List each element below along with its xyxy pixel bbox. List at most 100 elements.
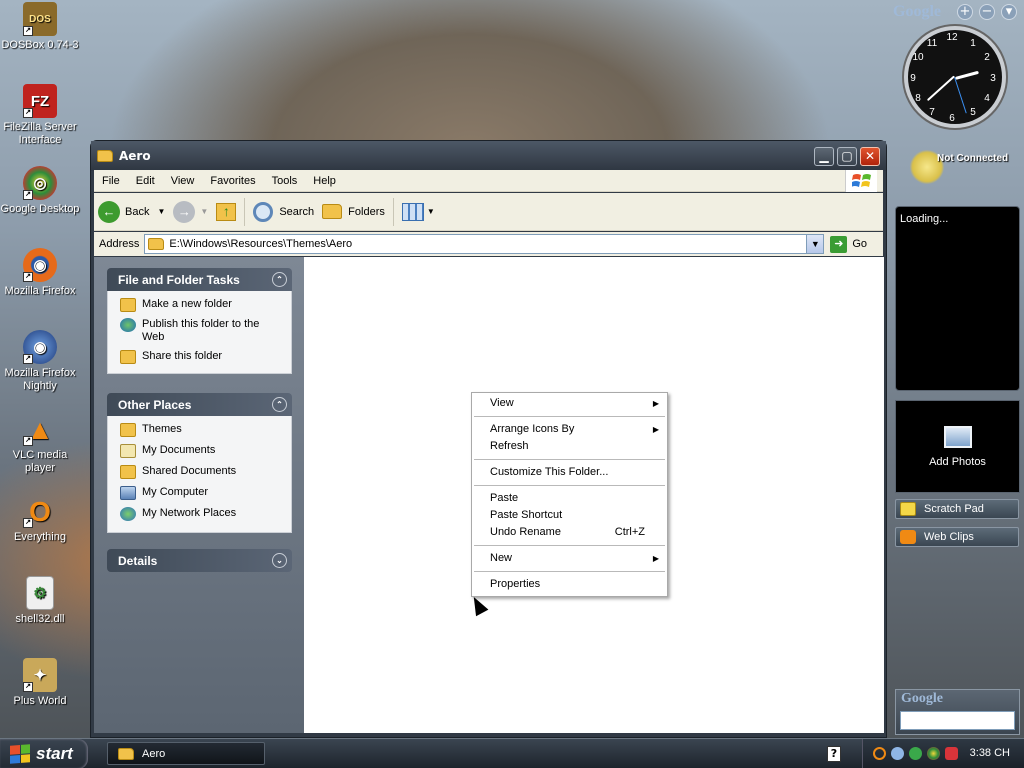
photo-icon bbox=[943, 426, 972, 448]
taskbar: start Aero ? 3:38 CH bbox=[0, 738, 1024, 768]
title-bar[interactable]: Aero ▁ ▢ ✕ bbox=[91, 141, 886, 171]
task-share-folder[interactable]: Share this folder bbox=[120, 350, 291, 364]
toolbar-separator bbox=[244, 197, 246, 226]
context-item-undo-rename[interactable]: Undo Rename Ctrl+Z bbox=[472, 524, 667, 541]
other-places-header[interactable]: Other Places ⌃ bbox=[107, 393, 292, 416]
google-search-input[interactable] bbox=[900, 711, 1015, 730]
back-button[interactable]: ← Back ▼ bbox=[94, 197, 169, 227]
task-publish-to-web[interactable]: Publish this folder to the Web bbox=[120, 318, 291, 344]
taskbar-clock[interactable]: 3:38 CH bbox=[970, 747, 1010, 759]
address-input[interactable]: E:\Windows\Resources\Themes\Aero ▼ bbox=[144, 234, 825, 254]
menu-tools[interactable]: Tools bbox=[264, 175, 306, 187]
web-clips-gadget[interactable]: Web Clips bbox=[895, 527, 1019, 547]
other-places-panel: Other Places ⌃ Themes My Documents Share… bbox=[107, 393, 292, 533]
desktop-icon-everything[interactable]: O ↗ Everything bbox=[0, 494, 80, 544]
menu-favorites[interactable]: Favorites bbox=[202, 175, 263, 187]
up-button[interactable]: ↑ bbox=[212, 197, 240, 227]
details-panel: Details ⌄ bbox=[107, 549, 292, 572]
address-dropdown-icon[interactable]: ▼ bbox=[806, 235, 824, 253]
context-item-paste[interactable]: Paste bbox=[472, 490, 667, 507]
photos-gadget[interactable]: Add Photos bbox=[895, 400, 1020, 493]
context-item-refresh[interactable]: Refresh bbox=[472, 438, 667, 455]
desktop-icon-filezilla[interactable]: FZ ↗ FileZilla Server Interface bbox=[0, 84, 80, 147]
maximize-button[interactable]: ▢ bbox=[837, 147, 857, 166]
details-header[interactable]: Details ⌄ bbox=[107, 549, 292, 572]
place-my-documents[interactable]: My Documents bbox=[120, 444, 291, 458]
globe-icon bbox=[120, 318, 136, 332]
loading-text: Loading... bbox=[900, 213, 949, 225]
up-folder-icon: ↑ bbox=[216, 202, 237, 221]
file-folder-tasks-panel: File and Folder Tasks ⌃ Make a new folde… bbox=[107, 268, 292, 374]
context-item-customize-folder[interactable]: Customize This Folder... bbox=[472, 464, 667, 481]
collapse-chevron-icon[interactable]: ⌃ bbox=[272, 397, 287, 412]
views-icon bbox=[401, 202, 424, 221]
desktop-icon-firefox[interactable]: ◉ ↗ Mozilla Firefox bbox=[0, 248, 80, 298]
submenu-arrow-icon: ▶ bbox=[652, 399, 659, 408]
menu-view[interactable]: View bbox=[163, 175, 203, 187]
my-documents-icon bbox=[120, 444, 136, 458]
add-gadget-button[interactable]: + bbox=[957, 4, 973, 20]
desktop-icon-firefox-nightly[interactable]: ◉ ↗ Mozilla Firefox Nightly bbox=[0, 330, 80, 393]
desktop-icon-dosbox[interactable]: DOS ↗ DOSBox 0.74-3 bbox=[0, 2, 80, 52]
task-pane: File and Folder Tasks ⌃ Make a new folde… bbox=[94, 257, 304, 733]
google-desktop-tray-icon[interactable] bbox=[927, 747, 940, 760]
help-icon[interactable]: ? bbox=[827, 746, 841, 762]
other-places-body: Themes My Documents Shared Documents My … bbox=[107, 416, 292, 533]
views-button[interactable]: ▼ bbox=[398, 197, 439, 227]
chevron-down-icon[interactable]: ▼ bbox=[157, 207, 165, 216]
place-themes[interactable]: Themes bbox=[120, 423, 291, 437]
back-label: Back bbox=[125, 205, 150, 218]
everything-icon: O ↗ bbox=[23, 494, 57, 528]
folders-icon bbox=[322, 204, 343, 219]
context-item-view[interactable]: View ▶ bbox=[472, 395, 667, 412]
taskbar-button-aero[interactable]: Aero bbox=[107, 742, 265, 765]
network-tray-icon[interactable] bbox=[891, 747, 904, 760]
search-tray-icon[interactable] bbox=[873, 747, 886, 760]
close-button[interactable]: ✕ bbox=[860, 147, 880, 166]
security-tray-icon[interactable] bbox=[909, 747, 922, 760]
search-button[interactable]: Search bbox=[249, 197, 318, 227]
expand-chevron-icon[interactable]: ⌄ bbox=[272, 553, 287, 568]
context-item-arrange-icons-by[interactable]: Arrange Icons By ▶ bbox=[472, 421, 667, 438]
dll-file-icon: ⚙ bbox=[26, 576, 54, 610]
context-item-paste-shortcut[interactable]: Paste Shortcut bbox=[472, 507, 667, 524]
task-make-new-folder[interactable]: Make a new folder bbox=[120, 298, 291, 312]
place-shared-documents[interactable]: Shared Documents bbox=[120, 465, 291, 479]
sidebar-menu-button[interactable]: − bbox=[979, 4, 995, 20]
place-my-network[interactable]: My Network Places bbox=[120, 507, 291, 521]
context-item-new[interactable]: New ▶ bbox=[472, 550, 667, 567]
google-sidebar-logo: Google bbox=[893, 3, 941, 20]
place-my-computer[interactable]: My Computer bbox=[120, 486, 291, 500]
menu-separator bbox=[474, 459, 665, 460]
menu-file[interactable]: File bbox=[94, 175, 128, 187]
desktop-icon-plus-world[interactable]: ✦ ↗ Plus World bbox=[0, 658, 80, 708]
desktop-icon-label: Mozilla Firefox bbox=[4, 285, 76, 297]
desktop-icon-vlc[interactable]: ▲ ↗ VLC media player bbox=[0, 412, 80, 475]
folder-icon bbox=[118, 747, 134, 760]
context-item-properties[interactable]: Properties bbox=[472, 576, 667, 593]
go-label: Go bbox=[852, 238, 868, 250]
add-photos-label: Add Photos bbox=[929, 456, 986, 468]
menu-bar: File Edit View Favorites Tools Help bbox=[94, 170, 883, 192]
forward-button[interactable]: → ▼ bbox=[169, 197, 212, 227]
vlc-cone-icon: ▲ ↗ bbox=[23, 412, 57, 446]
menu-edit[interactable]: Edit bbox=[128, 175, 163, 187]
scratch-pad-gadget[interactable]: Scratch Pad bbox=[895, 499, 1019, 519]
forward-arrow-icon: → bbox=[173, 200, 196, 223]
minimize-button[interactable]: ▁ bbox=[814, 147, 834, 166]
sidebar-options-button[interactable]: ▾ bbox=[1001, 4, 1017, 20]
desktop-icon-google-desktop[interactable]: ◎ ↗ Google Desktop bbox=[0, 166, 80, 216]
collapse-chevron-icon[interactable]: ⌃ bbox=[272, 272, 287, 287]
menu-help[interactable]: Help bbox=[305, 175, 344, 187]
shield-tray-icon[interactable] bbox=[945, 747, 958, 760]
desktop-icon-label: Google Desktop bbox=[0, 203, 80, 215]
submenu-arrow-icon: ▶ bbox=[652, 425, 659, 434]
start-label: start bbox=[36, 744, 73, 763]
start-button[interactable]: start bbox=[0, 739, 88, 768]
desktop-icon-label: FileZilla Server Interface bbox=[3, 121, 77, 146]
file-folder-tasks-header[interactable]: File and Folder Tasks ⌃ bbox=[107, 268, 292, 291]
desktop-icon-label: VLC media player bbox=[12, 449, 68, 474]
go-button[interactable]: ➜ Go bbox=[830, 235, 868, 253]
folders-button[interactable]: Folders bbox=[318, 197, 389, 227]
desktop-icon-shell32[interactable]: ⚙ shell32.dll bbox=[0, 576, 80, 626]
